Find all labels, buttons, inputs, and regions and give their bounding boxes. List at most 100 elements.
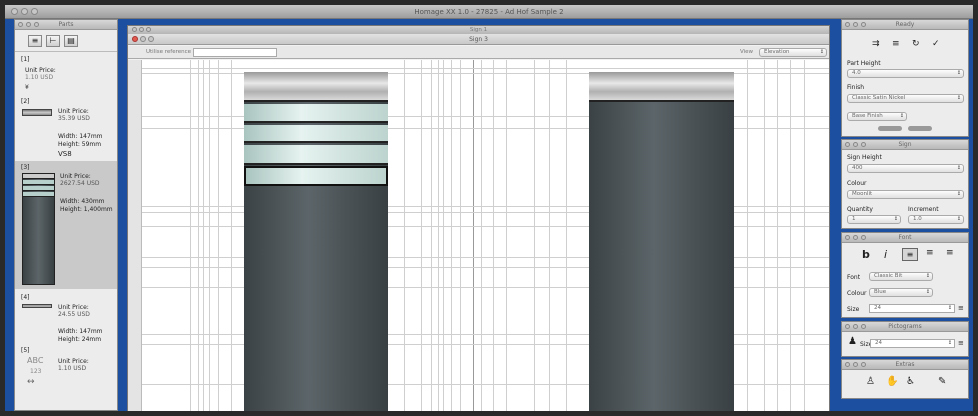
- reference-field[interactable]: [193, 48, 277, 57]
- view-label: View: [740, 49, 754, 55]
- close-icon[interactable]: [132, 27, 137, 32]
- shelf[interactable]: [244, 125, 388, 143]
- align-left-button[interactable]: ≡: [902, 248, 918, 261]
- extras-panel: Extras ♙ ✋ ♿ ✎: [841, 359, 969, 399]
- font-select[interactable]: Classic Bit: [869, 272, 933, 281]
- align-center-button[interactable]: ≡: [926, 249, 934, 258]
- base-finish-select[interactable]: Base Finish: [847, 112, 907, 121]
- text-tool-abc[interactable]: ABC: [27, 357, 43, 365]
- rotate-icon[interactable]: ↻: [912, 40, 920, 49]
- zoom-icon[interactable]: [34, 22, 39, 27]
- cabinet-left[interactable]: [244, 72, 388, 411]
- font-size-field[interactable]: 24: [869, 304, 955, 313]
- minimize-icon[interactable]: [853, 362, 858, 367]
- brush-icon[interactable]: ✎: [938, 377, 946, 387]
- check-icon[interactable]: ✓: [932, 40, 940, 49]
- size-label: Size: [847, 306, 860, 313]
- close-icon[interactable]: [845, 235, 850, 240]
- zoom-icon[interactable]: [148, 36, 154, 42]
- close-icon[interactable]: [18, 22, 23, 27]
- part-price-label: Unit Price:: [60, 173, 91, 180]
- cabinet-thumbnail[interactable]: [22, 173, 55, 285]
- colour-select[interactable]: Moonlit: [847, 190, 964, 199]
- pictogram-menu-icon[interactable]: ≡: [958, 340, 964, 347]
- part-height: Height: 59mm: [58, 141, 102, 148]
- person-icon[interactable]: ♟: [848, 337, 857, 347]
- colour-label: Colour: [847, 290, 867, 297]
- align-right-button[interactable]: ≡: [946, 249, 954, 258]
- text-tool-123[interactable]: 123: [30, 368, 41, 375]
- part-price: 35.39 USD: [58, 115, 90, 122]
- part-thumbnail[interactable]: [22, 109, 52, 116]
- minimize-icon[interactable]: [853, 324, 858, 329]
- zoom-icon[interactable]: [31, 8, 38, 15]
- minimize-icon[interactable]: [26, 22, 31, 27]
- zoom-icon[interactable]: [861, 324, 866, 329]
- align-center-icon[interactable]: ≡: [892, 40, 900, 49]
- cabinet-top-cap[interactable]: [244, 72, 388, 102]
- document-inner-titlebar: Sign 3: [128, 34, 829, 45]
- pictogram-size-field[interactable]: 24: [870, 339, 955, 348]
- italic-button[interactable]: i: [884, 249, 887, 260]
- font-panel-title: Font: [842, 233, 968, 243]
- minimize-icon[interactable]: [139, 27, 144, 32]
- bold-button[interactable]: b: [862, 249, 870, 260]
- zoom-icon[interactable]: [861, 362, 866, 367]
- tree-view-button[interactable]: ⊢: [46, 35, 60, 47]
- cabinet-right[interactable]: [589, 72, 734, 411]
- people-icon[interactable]: ♙: [866, 377, 875, 387]
- sign-height-select[interactable]: 400: [847, 164, 964, 173]
- zoom-icon[interactable]: [146, 27, 151, 32]
- finish-select[interactable]: Classic Satin Nickel: [847, 94, 964, 103]
- zoom-icon[interactable]: [861, 235, 866, 240]
- minimize-icon[interactable]: [853, 22, 858, 27]
- increment-stepper[interactable]: 1.0: [908, 215, 964, 224]
- part-price-label: Unit Price:: [25, 67, 56, 74]
- grid-view-button[interactable]: ▤: [64, 35, 78, 47]
- selected-shelf[interactable]: [244, 166, 388, 186]
- part-index: [2]: [21, 98, 30, 105]
- align-left-icon[interactable]: ⇉: [872, 40, 880, 49]
- part-index: [4]: [21, 294, 30, 301]
- minimize-icon[interactable]: [140, 36, 146, 42]
- shelf[interactable]: [244, 145, 388, 165]
- shelf[interactable]: [244, 104, 388, 123]
- finish-label: Finish: [847, 84, 865, 91]
- minimize-icon[interactable]: [853, 235, 858, 240]
- view-select[interactable]: Elevation: [759, 48, 827, 57]
- part-height-label: Part Height: [847, 60, 881, 67]
- window-titlebar: Homage XX 1.0 - 27825 - Ad Hof Sample 2: [5, 5, 973, 19]
- font-colour-select[interactable]: Blue: [869, 288, 933, 297]
- extras-panel-title: Extras: [842, 360, 968, 370]
- close-icon[interactable]: [845, 324, 850, 329]
- divider: [15, 51, 117, 52]
- part-price: 1.10 USD: [25, 74, 54, 81]
- zoom-icon[interactable]: [861, 142, 866, 147]
- minimize-icon[interactable]: [21, 8, 28, 15]
- close-icon[interactable]: [845, 22, 850, 27]
- close-icon[interactable]: [132, 36, 138, 42]
- close-icon[interactable]: [845, 362, 850, 367]
- close-icon[interactable]: [11, 8, 18, 15]
- part-thumbnail[interactable]: [22, 304, 52, 308]
- part-width: Width: 147mm: [58, 328, 103, 335]
- minimize-icon[interactable]: [853, 142, 858, 147]
- sign-panel: Sign Sign Height 400 Colour Moonlit Quan…: [841, 139, 969, 229]
- part-price-label: Unit Price:: [58, 358, 89, 365]
- list-view-button[interactable]: ≡: [28, 35, 42, 47]
- window-title: Homage XX 1.0 - 27825 - Ad Hof Sample 2: [414, 8, 564, 16]
- zoom-icon[interactable]: [861, 22, 866, 27]
- arrows-icon[interactable]: ↔: [27, 378, 35, 387]
- hand-icon[interactable]: ✋: [886, 377, 898, 387]
- sign-height-label: Sign Height: [847, 154, 882, 161]
- ready-panel-title: Ready: [842, 20, 968, 30]
- quantity-stepper[interactable]: 1: [847, 215, 901, 224]
- design-canvas[interactable]: [142, 60, 829, 411]
- cabinet-top-cap[interactable]: [589, 72, 734, 102]
- wheelchair-icon[interactable]: ♿: [906, 377, 915, 387]
- size-menu-icon[interactable]: ≡: [958, 305, 964, 312]
- close-icon[interactable]: [845, 142, 850, 147]
- action-button[interactable]: [878, 126, 902, 131]
- part-height-select[interactable]: 4.0: [847, 69, 964, 78]
- action-button[interactable]: [908, 126, 932, 131]
